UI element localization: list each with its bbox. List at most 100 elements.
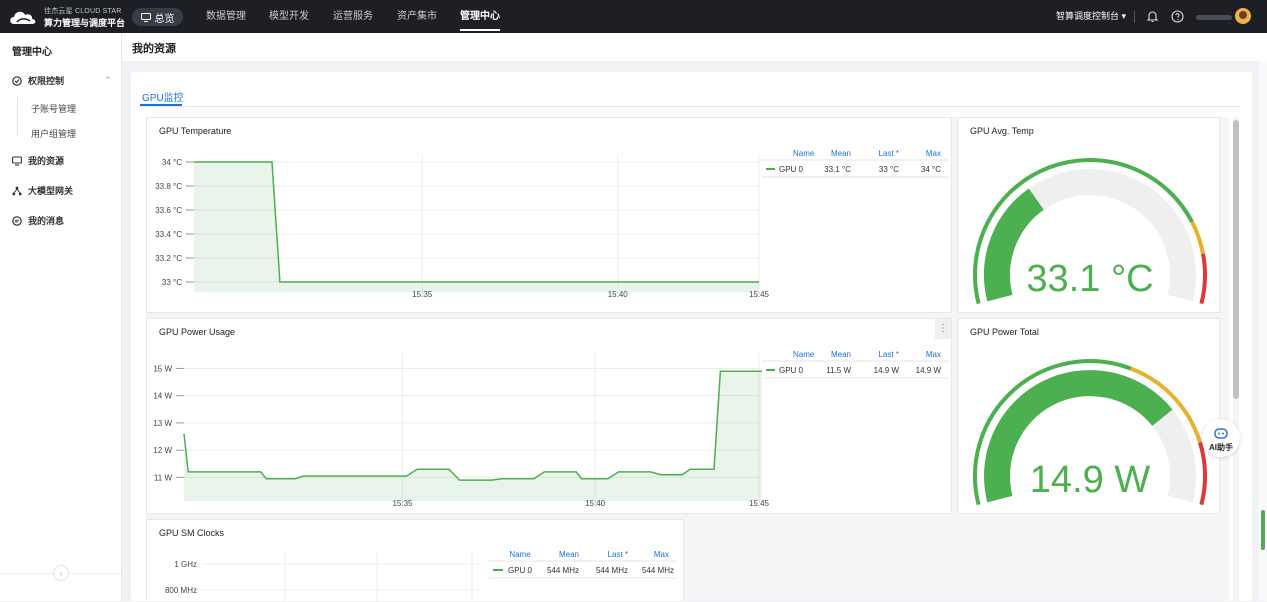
ai-assistant-button[interactable]: AI助手 [1202, 419, 1240, 457]
legend-series-name: GPU 0 [508, 566, 533, 575]
y-tick-label: 33 °C [162, 278, 182, 287]
logo-title: 算力管理与调度平台 [44, 17, 126, 28]
legend-header-mean: Mean [831, 350, 851, 359]
cloud-logo-icon [10, 11, 36, 24]
sidebar-item-label: 权限控制 [28, 76, 65, 86]
y-tick-label: 33.4 °C [155, 230, 182, 239]
avg-temp-gauge: 33.1 °C [973, 158, 1207, 305]
sidebar: 管理中心 权限控制 ⌃ 子账号管理 用户组管理 我的资源 大模型网关 我的消息 … [0, 33, 122, 601]
sidebar-title: 管理中心 [12, 47, 52, 58]
help-icon[interactable] [1171, 10, 1184, 23]
legend-header-mean: Mean [831, 149, 851, 158]
nav-operations[interactable]: 运营服务 [333, 0, 373, 33]
avatar[interactable] [1235, 8, 1251, 24]
robot-icon [1214, 428, 1228, 439]
legend-max-value: 14.9 W [916, 366, 942, 375]
nav-asset-market[interactable]: 资产集市 [397, 0, 437, 33]
nav-overview-button[interactable]: 总览 [132, 8, 183, 26]
sidebar-item-label: 我的资源 [28, 156, 65, 166]
y-tick-label: 33.8 °C [155, 182, 182, 191]
monitor-icon [12, 155, 22, 166]
sidebar-item-label: 大模型网关 [28, 186, 74, 196]
monitor-icon [140, 12, 151, 22]
tree-line [17, 97, 18, 137]
nav-data-management[interactable]: 数据管理 [206, 0, 246, 33]
sidebar-subitem-subaccount[interactable]: 子账号管理 [31, 102, 76, 115]
tab-divider [140, 106, 1240, 107]
legend-mean-value: 33.1 °C [824, 165, 851, 174]
legend-header-name: Name [793, 350, 815, 359]
sidebar-item-messages[interactable]: 我的消息 [12, 214, 64, 227]
ai-assistant-label: AI助手 [1209, 443, 1233, 452]
page-title: 我的资源 [132, 43, 176, 55]
y-tick-label: 34 °C [162, 158, 182, 167]
legend-table: Name Mean Last * Max GPU 0 33.1 °C 33 °C… [762, 149, 949, 178]
panel-gpu-avg-temp: GPU Avg. Temp 33.1 °C [957, 117, 1220, 313]
legend-header-last: Last * [879, 149, 899, 158]
legend-max-value: 544 MHz [642, 566, 674, 575]
sm-clocks-chart: 1 GHz 800 MHz Name Mean Last * Max GPU 0… [165, 550, 677, 602]
panel-gpu-temperature: GPU Temperature 33 °C 33.2 °C 33.4 °C 33.6 … [146, 117, 952, 313]
bell-icon[interactable] [1146, 10, 1159, 23]
threshold-band [1190, 221, 1205, 255]
nav-model-dev[interactable]: 模型开发 [269, 0, 309, 33]
sidebar-item-model-gateway[interactable]: 大模型网关 [12, 184, 73, 197]
y-tick-label: 15 W [153, 364, 172, 373]
divider [1134, 11, 1135, 23]
legend-last-value: 33 °C [879, 165, 899, 174]
legend-mean-value: 11.5 W [826, 366, 851, 375]
page-scrollbar-thumb[interactable] [1261, 510, 1265, 550]
legend-max-value: 34 °C [921, 165, 941, 174]
power-total-gauge: 14.9 W [973, 359, 1207, 506]
legend-table: Name Mean Last * Max GPU 0 11.5 W 14.9 W… [762, 350, 949, 379]
chevron-up-icon[interactable]: ⌃ [104, 75, 112, 86]
legend-header-mean: Mean [559, 550, 579, 559]
y-tick-label: 800 MHz [165, 586, 197, 595]
collapse-sidebar-icon[interactable]: ‹ [53, 565, 69, 581]
legend-header-max: Max [926, 350, 941, 359]
legend-header-max: Max [654, 550, 669, 559]
y-tick-label: 1 GHz [174, 560, 197, 569]
gauge-value: 14.9 W [1030, 459, 1151, 501]
legend-series-name: GPU 0 [779, 366, 804, 375]
y-tick-label: 14 W [153, 392, 172, 401]
panel-gpu-sm-clocks: GPU SM Clocks 1 GHz 800 MHz Name Mean La… [146, 519, 684, 602]
page-header: 我的资源 [122, 33, 1267, 61]
legend-header-name: Name [793, 149, 815, 158]
y-tick-label: 12 W [153, 446, 172, 455]
y-tick-label: 33.2 °C [155, 254, 182, 263]
series-area [184, 371, 762, 501]
message-icon [12, 215, 22, 226]
logo-subtitle: 佳杰云星 CLOUD STAR [44, 7, 122, 15]
legend-series-name: GPU 0 [779, 165, 804, 174]
legend-header-name: Name [509, 550, 531, 559]
top-navbar: 佳杰云星 CLOUD STAR 算力管理与调度平台 总览 数据管理 模型开发 运… [0, 0, 1267, 33]
gauge-value: 33.1 °C [1026, 258, 1153, 300]
sidebar-item-label: 我的消息 [28, 216, 65, 226]
sidebar-item-my-resources[interactable]: 我的资源 [12, 154, 64, 167]
y-tick-label: 11 W [154, 473, 173, 482]
sidebar-item-permission[interactable]: 权限控制 [12, 74, 64, 87]
legend-last-value: 14.9 W [874, 366, 900, 375]
legend-last-value: 544 MHz [596, 566, 628, 575]
sidebar-subitem-usergroup[interactable]: 用户组管理 [31, 127, 76, 140]
y-tick-label: 33.6 °C [155, 206, 182, 215]
legend-mean-value: 544 MHz [547, 566, 579, 575]
legend-header-last: Last * [879, 350, 899, 359]
threshold-band [1199, 253, 1207, 305]
series-line [183, 370, 762, 481]
nav-management-center[interactable]: 管理中心 [460, 0, 500, 33]
panel-gpu-power-total: GPU Power Total 14.9 W [957, 318, 1220, 514]
user-name[interactable] [1196, 15, 1232, 20]
y-tick-label: 13 W [153, 419, 172, 428]
panel-gpu-power-usage: GPU Power Usage 11 W 12 W 13 W 14 W 15 W 15:3… [146, 318, 952, 514]
shield-check-icon [12, 75, 22, 86]
scrollbar-thumb[interactable] [1233, 120, 1239, 399]
panel-menu-icon[interactable]: ⋮ [935, 319, 951, 339]
network-icon [12, 186, 22, 195]
tab-gpu-monitor[interactable]: GPU监控 [142, 89, 184, 104]
legend-header-last: Last * [608, 550, 628, 559]
console-dropdown[interactable]: 智算调度控制台 ▾ [1056, 0, 1126, 33]
legend-header-max: Max [926, 149, 941, 158]
logo[interactable]: 佳杰云星 CLOUD STAR 算力管理与调度平台 [8, 6, 125, 28]
